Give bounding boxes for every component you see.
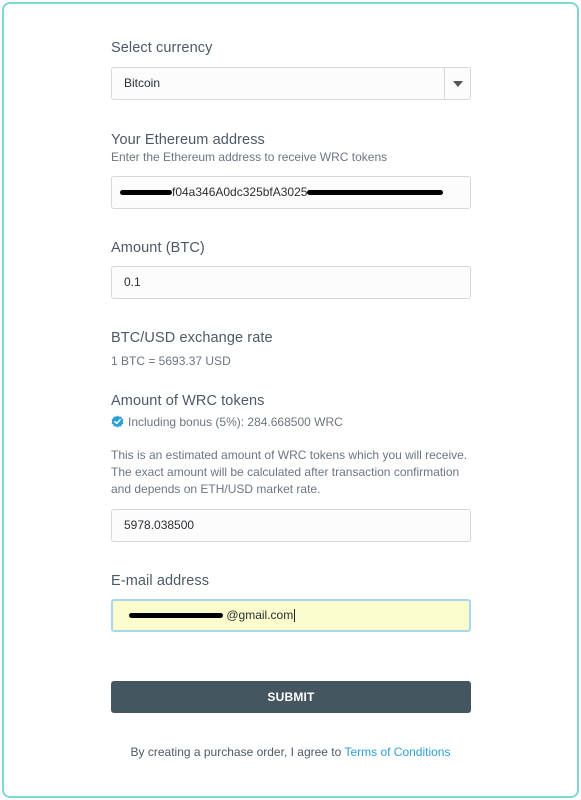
terms-notice: By creating a purchase order, I agree to… (0, 745, 581, 759)
currency-selected-value: Bitcoin (124, 76, 161, 90)
wrc-amount-label: Amount of WRC tokens (111, 393, 265, 409)
email-value: @gmail.com (226, 608, 294, 622)
chevron-down-icon[interactable] (444, 68, 470, 99)
currency-label: Select currency (111, 40, 213, 56)
email-label: E-mail address (111, 573, 210, 589)
terms-link[interactable]: Terms of Conditions (344, 745, 450, 759)
exchange-rate-label: BTC/USD exchange rate (111, 330, 273, 346)
exchange-rate-value: 1 BTC = 5693.37 USD (111, 354, 231, 368)
amount-label: Amount (BTC) (111, 240, 205, 256)
estimate-note-line: and depends on ETH/USD market rate. (111, 482, 321, 496)
wrc-amount-value: 5978.038500 (124, 518, 195, 532)
verified-check-icon (111, 415, 124, 428)
wrc-amount-field[interactable]: 5978.038500 (111, 509, 471, 542)
ethereum-address-input[interactable]: f04a346A0dc325bfA3025 (111, 176, 471, 209)
ethereum-address-hint: Enter the Ethereum address to receive WR… (111, 150, 388, 164)
estimate-note: This is an estimated amount of WRC token… (111, 447, 491, 498)
redaction-mark (129, 613, 223, 619)
ethereum-address-label: Your Ethereum address (111, 132, 265, 148)
amount-input[interactable]: 0.1 (111, 266, 471, 299)
amount-value: 0.1 (124, 275, 141, 289)
form-card (2, 2, 579, 798)
redaction-mark (307, 190, 444, 196)
bonus-line: Including bonus (5%): 284.668500 WRC (111, 415, 343, 429)
ethereum-address-value: f04a346A0dc325bfA3025 (172, 185, 308, 199)
text-cursor (294, 609, 296, 623)
estimate-note-line: The exact amount will be calculated afte… (111, 465, 460, 479)
bonus-text: Including bonus (5%): 284.668500 WRC (128, 415, 343, 429)
terms-text: By creating a purchase order, I agree to (130, 745, 345, 759)
estimate-note-line: This is an estimated amount of WRC token… (111, 448, 468, 462)
redaction-mark (120, 190, 172, 196)
email-input[interactable]: @gmail.com (111, 599, 471, 632)
submit-button[interactable]: SUBMIT (111, 681, 471, 713)
currency-select[interactable]: Bitcoin (111, 67, 471, 100)
